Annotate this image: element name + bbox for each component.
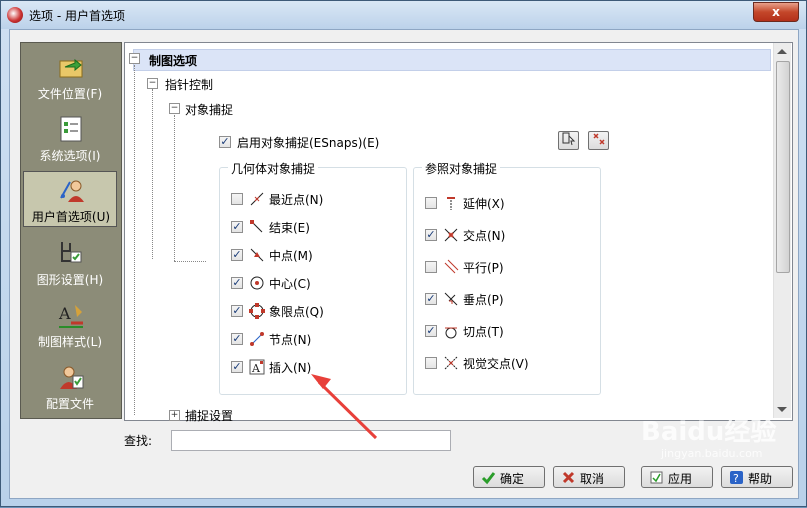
options-dialog: 选项 - 用户首选项 x 文件位置(F) 系统选项(I) 用户首选项(U) 图形… [0, 0, 807, 507]
watermark-logo: Baidu经验 [641, 417, 777, 447]
watermark-url: jingyan.baidu.com [661, 447, 763, 460]
